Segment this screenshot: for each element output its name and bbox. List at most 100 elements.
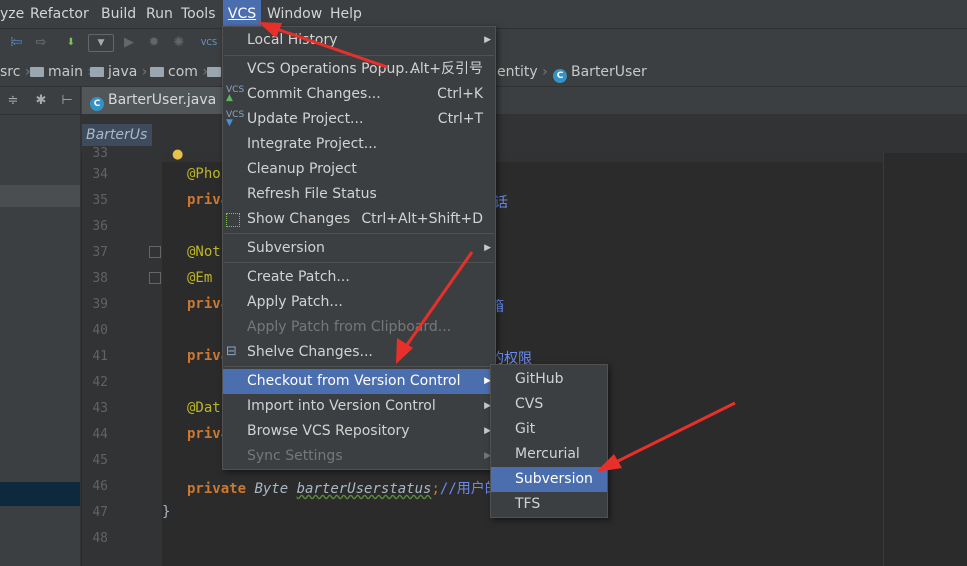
editor-breadcrumb-class[interactable]: BarterUs xyxy=(82,124,152,146)
nav-crumb-src[interactable]: src › xyxy=(0,58,31,86)
menu-refactor[interactable]: Refactor xyxy=(30,0,89,28)
line-number: 33 xyxy=(92,146,108,161)
line-number: 36 xyxy=(92,219,108,234)
project-panel-toolbar: ≑ ✱ ⊢ xyxy=(0,87,80,115)
lightbulb-icon[interactable]: ● xyxy=(172,147,183,162)
line-number: 45 xyxy=(92,453,108,468)
run-icon[interactable]: ▶ xyxy=(120,34,138,52)
code-annotation: @Not xyxy=(187,244,221,260)
run-config-dropdown[interactable]: ▼ xyxy=(88,34,114,52)
menu-item-refresh-file-status[interactable]: Refresh File Status xyxy=(223,182,495,207)
code-annotation: @Pho xyxy=(187,166,221,182)
folder-icon xyxy=(90,67,104,77)
line-number: 44 xyxy=(92,427,108,442)
code-closing-brace: } xyxy=(162,504,171,520)
menu-build[interactable]: Build xyxy=(101,0,136,28)
menu-item-subversion[interactable]: Subversion ▶ xyxy=(223,236,495,261)
menu-item-cleanup-project[interactable]: Cleanup Project xyxy=(223,157,495,182)
submenu-item-git[interactable]: Git xyxy=(491,417,607,442)
shelve-icon: ⊟ xyxy=(226,344,237,359)
menu-item-update-project[interactable]: VCS ▼ Update Project... Ctrl+T xyxy=(223,107,495,132)
submenu-item-tfs[interactable]: TFS xyxy=(491,492,607,517)
menu-window[interactable]: Window xyxy=(267,0,322,28)
right-margin-guide xyxy=(883,153,884,566)
line-number: 46 xyxy=(92,479,108,494)
class-icon: C xyxy=(90,97,104,111)
menu-item-vcs-operations-popup[interactable]: VCS Operations Popup... Alt+反引号 xyxy=(223,57,495,82)
menu-separator xyxy=(224,366,494,367)
menu-item-shelve-changes[interactable]: ⊟ Shelve Changes... xyxy=(223,340,495,365)
menu-item-show-changes[interactable]: Show Changes Ctrl+Alt+Shift+D xyxy=(223,207,495,232)
vcs-menu: Local History ▶ VCS Operations Popup... Al… xyxy=(222,26,496,470)
nav-crumb-entity[interactable]: entity › xyxy=(497,58,548,86)
folder-icon xyxy=(30,67,44,77)
menu-item-create-patch[interactable]: Create Patch... xyxy=(223,265,495,290)
line-number: 43 xyxy=(92,401,108,416)
menu-item-commit-changes[interactable]: VCS ▲ Commit Changes... Ctrl+K xyxy=(223,82,495,107)
line-number: 41 xyxy=(92,349,108,364)
menu-separator xyxy=(224,262,494,263)
menu-separator xyxy=(224,55,494,56)
line-number: 34 xyxy=(92,167,108,182)
hide-panel-icon[interactable]: ⊢ xyxy=(58,92,76,110)
vcs-commit-icon: VCS ▲ xyxy=(226,85,245,103)
line-number: 40 xyxy=(92,323,108,338)
code-comment: 话 xyxy=(494,195,508,211)
menu-item-import-into-vcs[interactable]: Import into Version Control ▶ xyxy=(223,394,495,419)
submenu-item-github[interactable]: GitHub xyxy=(491,367,607,392)
project-tree-row[interactable] xyxy=(0,185,80,207)
menu-tools[interactable]: Tools xyxy=(181,0,216,28)
fold-marker-icon[interactable] xyxy=(149,246,161,258)
line-number: 48 xyxy=(92,531,108,546)
submenu-item-mercurial[interactable]: Mercurial xyxy=(491,442,607,467)
show-changes-icon xyxy=(226,213,240,227)
collapse-icon[interactable]: ≑ xyxy=(4,92,22,110)
submenu-item-cvs[interactable]: CVS xyxy=(491,392,607,417)
code-annotation: @Em xyxy=(187,270,213,286)
debug-icon[interactable]: ✹ xyxy=(145,34,163,52)
chevron-right-icon: ▶ xyxy=(484,243,491,253)
checkout-submenu: GitHub CVS Git Mercurial Subversion TFS xyxy=(490,364,608,518)
code-field-declaration: private Byte barterUserstatus;//用户的状态 xyxy=(187,481,527,497)
menu-item-checkout-from-vcs[interactable]: Checkout from Version Control ▶ xyxy=(223,369,495,394)
line-number: 39 xyxy=(92,297,108,312)
nav-crumb-main[interactable]: main › xyxy=(30,58,93,86)
menu-vcs[interactable]: VCS xyxy=(223,0,261,28)
menu-separator xyxy=(224,233,494,234)
build-icon[interactable]: ⬇ xyxy=(62,34,80,52)
menu-item-integrate-project[interactable]: Integrate Project... xyxy=(223,132,495,157)
menu-help[interactable]: Help xyxy=(330,0,362,28)
submenu-item-subversion[interactable]: Subversion xyxy=(491,467,607,492)
coverage-icon[interactable]: ✺ xyxy=(170,34,188,52)
line-number: 47 xyxy=(92,505,108,520)
menu-item-sync-settings: Sync Settings ▶ xyxy=(223,444,495,469)
line-number: 42 xyxy=(92,375,108,390)
menu-run[interactable]: Run xyxy=(146,0,173,28)
nav-crumb-barteruser[interactable]: C BarterUser xyxy=(553,58,647,86)
menubar: yze Refactor Build Run Tools VCS Window … xyxy=(0,0,967,29)
line-number: 35 xyxy=(92,193,108,208)
menu-item-apply-patch[interactable]: Apply Patch... xyxy=(223,290,495,315)
class-icon: C xyxy=(553,69,567,83)
back-icon[interactable]: ⇦ xyxy=(8,34,26,52)
menu-item-local-history[interactable]: Local History ▶ xyxy=(223,28,495,53)
editor-breadcrumb-bar xyxy=(81,115,967,153)
folder-icon xyxy=(207,67,221,77)
line-number: 38 xyxy=(92,271,108,286)
menu-analyze[interactable]: yze xyxy=(0,0,24,28)
menu-item-apply-patch-clipboard: Apply Patch from Clipboard... xyxy=(247,319,452,335)
folder-icon xyxy=(150,67,164,77)
nav-crumb-com[interactable]: com › xyxy=(150,58,208,86)
fold-marker-icon[interactable] xyxy=(149,272,161,284)
chevron-right-icon: ▶ xyxy=(484,35,491,45)
menu-item-browse-vcs-repository[interactable]: Browse VCS Repository ▶ xyxy=(223,419,495,444)
tab-barteruser-java[interactable]: C BarterUser.java xyxy=(82,87,224,114)
nav-crumb-java[interactable]: java › xyxy=(90,58,147,86)
line-number: 37 xyxy=(92,245,108,260)
project-tree-selected-row[interactable] xyxy=(0,482,80,506)
forward-icon[interactable]: ⇨ xyxy=(32,34,50,52)
vcs-update-toolbar-icon[interactable]: VCS xyxy=(200,34,218,52)
gear-icon[interactable]: ✱ xyxy=(32,92,50,110)
code-annotation: @Dat xyxy=(187,400,221,416)
vcs-update-icon: VCS ▼ xyxy=(226,110,245,128)
